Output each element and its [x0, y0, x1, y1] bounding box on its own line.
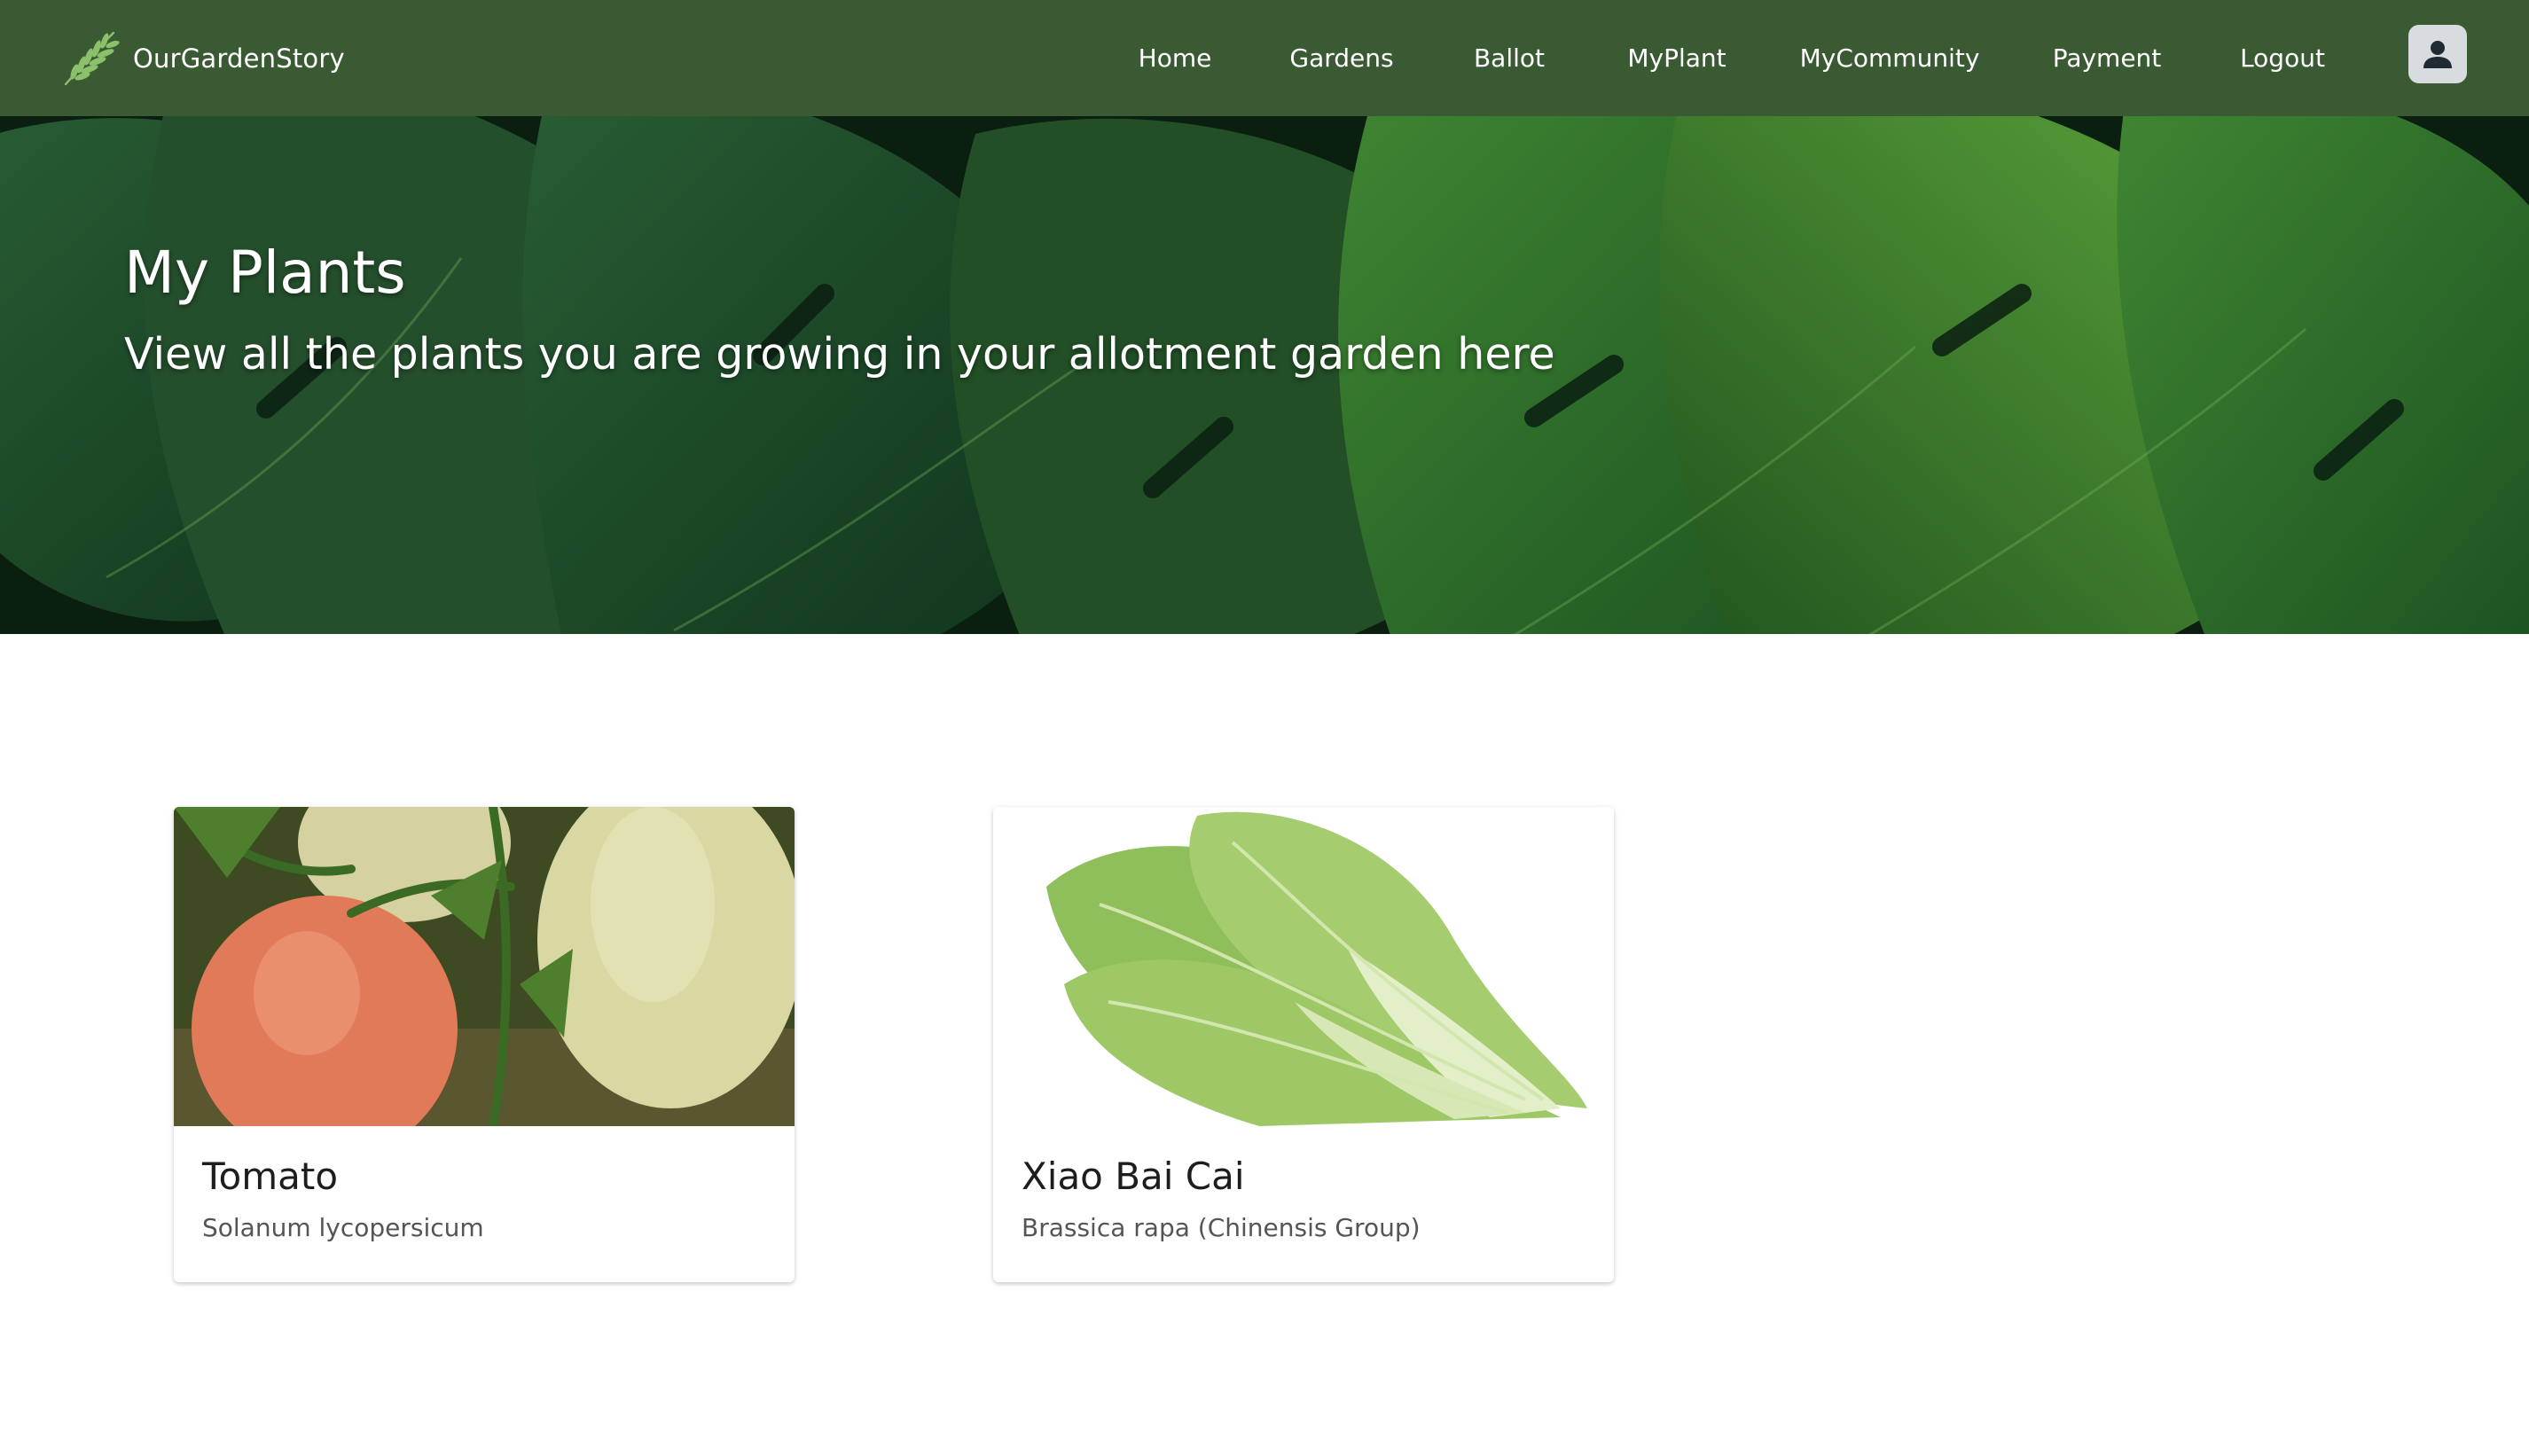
plant-scientific-name: Brassica rapa (Chinensis Group): [1022, 1213, 1421, 1242]
nav-link-ballot[interactable]: Ballot: [1474, 0, 1545, 116]
top-navbar: OurGardenStory Home Gardens Ballot MyPla…: [0, 0, 2529, 116]
plant-card-xiao-bai-cai[interactable]: Xiao Bai Cai Brassica rapa (Chinensis Gr…: [993, 807, 1614, 1282]
nav-link-logout[interactable]: Logout: [2240, 0, 2325, 116]
brand-home-link[interactable]: OurGardenStory: [59, 23, 345, 94]
nav-link-home[interactable]: Home: [1139, 0, 1212, 116]
user-avatar-button[interactable]: [2408, 25, 2467, 83]
page-title: My Plants: [124, 239, 406, 307]
plant-scientific-name: Solanum lycopersicum: [202, 1213, 484, 1242]
nav-link-myplant[interactable]: MyPlant: [1627, 0, 1726, 116]
tomato-image: [174, 807, 795, 1126]
leaf-logo-icon: [64, 31, 120, 86]
nav-link-mycommunity[interactable]: MyCommunity: [1800, 0, 1980, 116]
page-subtitle: View all the plants you are growing in y…: [124, 329, 1555, 380]
brand-name: OurGardenStory: [133, 43, 345, 74]
nav-link-gardens[interactable]: Gardens: [1289, 0, 1393, 116]
nav-link-payment[interactable]: Payment: [2053, 0, 2162, 116]
plant-card-tomato[interactable]: Tomato Solanum lycopersicum: [174, 807, 795, 1282]
hero-banner: My Plants View all the plants you are gr…: [0, 116, 2529, 634]
xiao-bai-cai-image: [993, 807, 1614, 1126]
plant-name: Tomato: [202, 1155, 339, 1198]
account-circle-icon: [2423, 41, 2452, 68]
plant-name: Xiao Bai Cai: [1022, 1155, 1245, 1198]
